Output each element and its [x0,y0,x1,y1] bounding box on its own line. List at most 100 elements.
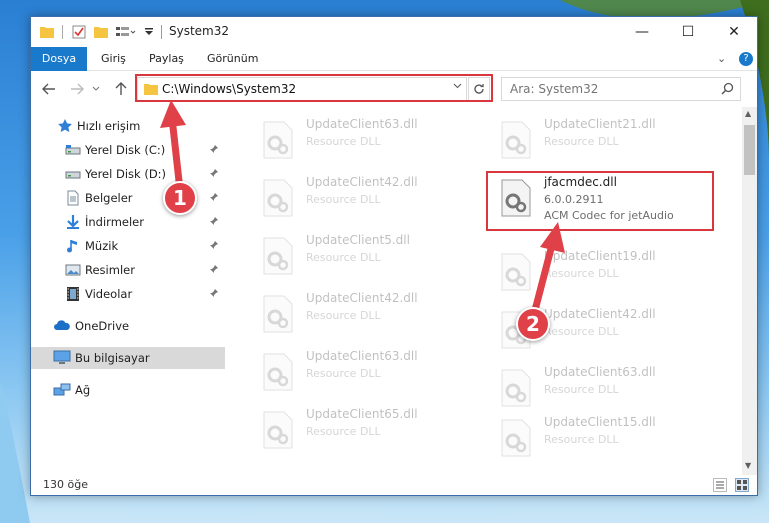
file-tile[interactable]: UpdateClient63.dll Resource DLL [246,347,476,401]
tab-file[interactable]: Dosya [31,47,87,71]
file-tile[interactable]: UpdateClient21.dll Resource DLL [484,115,714,169]
sidebar-item-local-disk-d[interactable]: Yerel Disk (D:) [31,163,225,185]
customize-toolbar-icon[interactable] [143,23,155,41]
music-icon [65,238,81,254]
dll-file-icon [501,121,531,159]
videos-icon [65,286,81,302]
file-name: UpdateClient63.dll [544,365,656,379]
divider [61,23,63,41]
step-1-badge: 1 [163,181,197,215]
file-description: Resource DLL [544,267,619,280]
file-highlight [486,171,714,231]
up-arrow-icon[interactable] [111,79,131,99]
title-divider [161,25,162,39]
large-icons-view-icon[interactable] [735,478,749,492]
address-bar-highlight [135,74,493,102]
view-options-icon[interactable] [115,23,137,41]
sidebar-item-quick-access[interactable]: Hızlı erişim [31,115,225,137]
search-box[interactable] [501,77,741,101]
maximize-button[interactable]: ☐ [665,17,711,47]
properties-icon[interactable] [71,23,87,41]
scroll-up-icon[interactable]: ▲ [745,109,751,118]
file-tile[interactable]: UpdateClient15.dll Resource DLL [484,413,714,467]
pin-icon[interactable] [209,144,219,157]
file-description: Resource DLL [544,383,619,396]
new-folder-icon[interactable] [93,23,109,41]
file-description: Resource DLL [306,251,381,264]
minimize-button[interactable]: — [619,17,665,47]
close-button[interactable]: ✕ [711,17,757,47]
file-name: UpdateClient65.dll [306,407,418,421]
search-icon[interactable] [721,82,734,98]
sidebar-item-downloads[interactable]: İndirmeler [31,211,225,233]
scroll-down-icon[interactable]: ▼ [745,461,751,470]
tab-share[interactable]: Paylaş [149,47,184,71]
file-name: UpdateClient19.dll [544,249,656,263]
search-input[interactable] [510,81,710,97]
pin-icon[interactable] [209,288,219,301]
pin-icon[interactable] [209,192,219,205]
file-tile[interactable]: UpdateClient63.dll Resource DLL [484,363,714,417]
star-icon [57,118,73,134]
pin-icon[interactable] [209,240,219,253]
file-name: UpdateClient42.dll [306,175,418,189]
file-description: Resource DLL [306,367,381,380]
tab-home[interactable]: Giriş [101,47,126,71]
sidebar-item-pictures[interactable]: Resimler [31,259,225,281]
sidebar-item-label: Bu bilgisayar [75,351,150,365]
file-tile[interactable]: UpdateClient65.dll Resource DLL [246,405,476,459]
drive-icon [65,142,81,158]
sidebar-item-onedrive[interactable]: OneDrive [31,315,225,337]
file-content-pane: UpdateClient63.dll Resource DLL UpdateCl… [236,107,742,475]
sidebar-item-network[interactable]: Ağ [31,379,225,401]
step-2-badge: 2 [516,307,550,341]
back-arrow-icon[interactable] [39,79,59,99]
file-name: UpdateClient63.dll [306,117,418,131]
forward-arrow-icon[interactable] [67,79,87,99]
sidebar-item-label: Belgeler [85,191,133,205]
sidebar-item-videos[interactable]: Videolar [31,283,225,305]
ribbon-tabs: Dosya Giriş Paylaş Görünüm ⌄ ? [31,47,757,71]
file-name: UpdateClient63.dll [306,349,418,363]
sidebar-item-label: İndirmeler [85,215,144,229]
sidebar-item-label: Videolar [85,287,133,301]
computer-icon [53,350,71,366]
sidebar-item-label: Resimler [85,263,135,277]
sidebar-item-local-disk-c[interactable]: Yerel Disk (C:) [31,139,225,161]
vertical-scrollbar[interactable]: ▲ ▼ [742,107,757,475]
sidebar-item-this-pc[interactable]: Bu bilgisayar [31,347,225,369]
window-title: System32 [169,24,230,38]
title-bar: System32 — ☐ ✕ [31,17,757,47]
file-description: Resource DLL [306,425,381,438]
file-name: UpdateClient21.dll [544,117,656,131]
downloads-icon [65,214,81,230]
sidebar-item-label: Yerel Disk (D:) [85,167,167,181]
file-description: Resource DLL [306,193,381,206]
scrollbar-thumb[interactable] [744,125,755,175]
file-tile[interactable]: UpdateClient42.dll Resource DLL [246,289,476,343]
file-description: Resource DLL [544,433,619,446]
pin-icon[interactable] [209,264,219,277]
pin-icon[interactable] [209,216,219,229]
dll-file-icon [501,253,531,291]
tab-view[interactable]: Görünüm [207,47,258,71]
documents-icon [65,190,81,206]
chevron-down-icon[interactable]: ⌄ [717,47,726,71]
cloud-icon [53,318,70,334]
help-icon[interactable]: ? [739,52,753,66]
pin-icon[interactable] [209,168,219,181]
sidebar-item-music[interactable]: Müzik [31,235,225,257]
details-view-icon[interactable] [713,478,727,492]
file-tile[interactable]: UpdateClient5.dll Resource DLL [246,231,476,285]
dll-file-icon [263,353,293,391]
file-tile[interactable]: UpdateClient63.dll Resource DLL [246,115,476,169]
file-tile[interactable]: UpdateClient19.dll Resource DLL [484,247,714,301]
sidebar-item-label: Müzik [85,239,119,253]
folder-icon [39,23,55,41]
file-description: Resource DLL [306,309,381,322]
file-tile[interactable]: UpdateClient42.dll Resource DLL [246,173,476,227]
sidebar-item-label: OneDrive [75,319,130,333]
dll-file-icon [263,121,293,159]
recent-locations-icon[interactable] [89,79,103,99]
sidebar-item-label: Yerel Disk (C:) [85,143,166,157]
